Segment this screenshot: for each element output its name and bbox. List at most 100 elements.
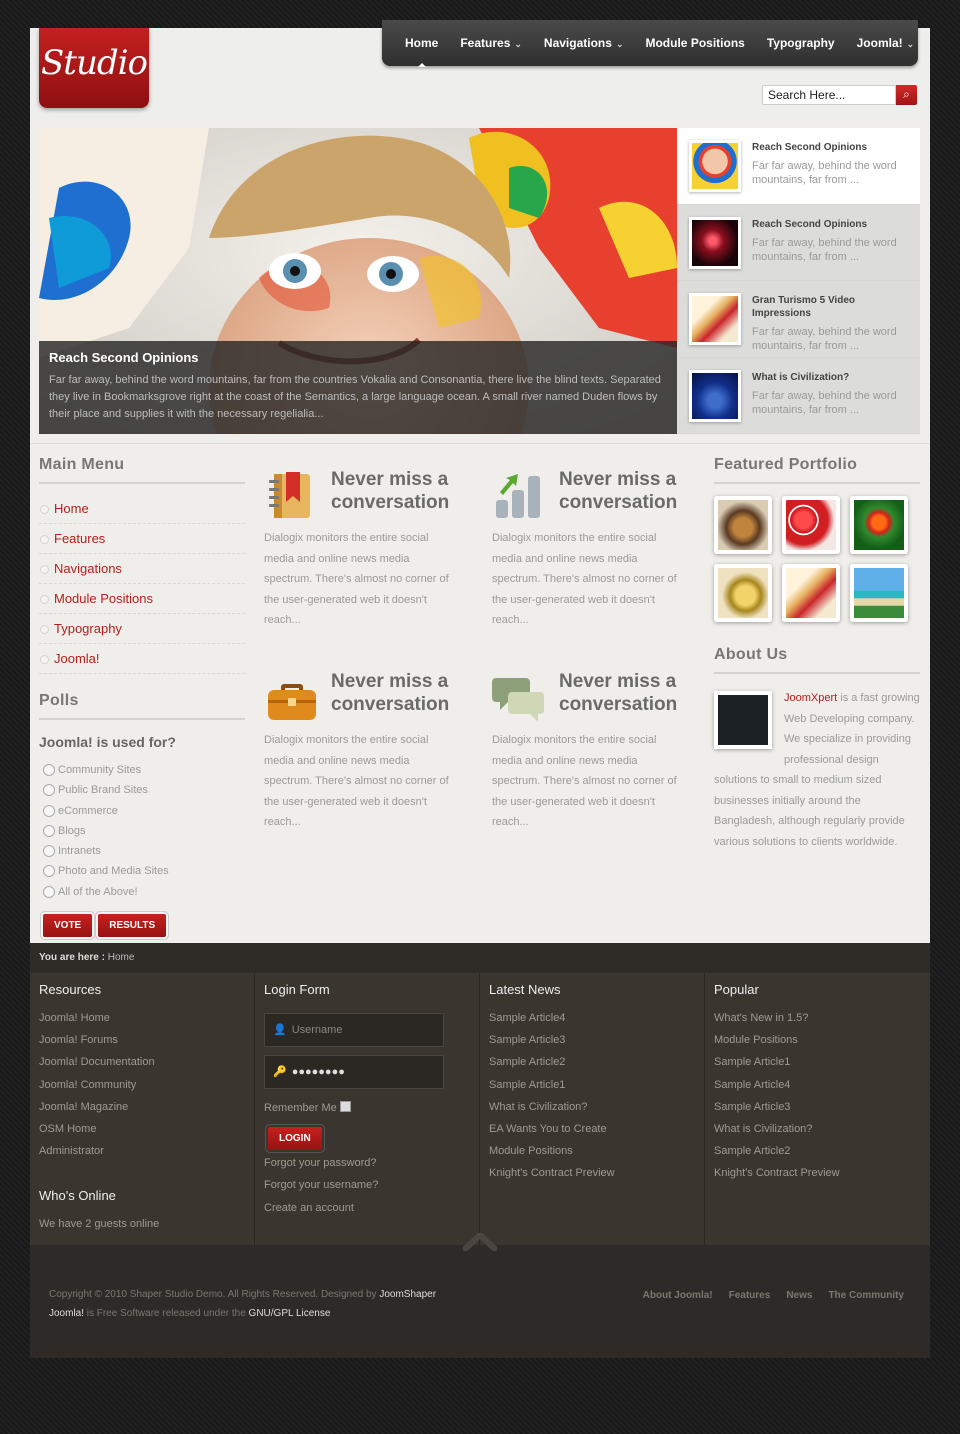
footer-link[interactable]: Sample Article1	[489, 1074, 695, 1096]
footer-menu: About Joomla! Features News The Communit…	[643, 1286, 904, 1305]
nav-typography[interactable]: Typography	[756, 36, 846, 50]
polls-title: Polls	[39, 692, 245, 720]
feature-title[interactable]: Never miss a conversation	[331, 468, 459, 514]
footer-menu-features[interactable]: Features	[729, 1286, 771, 1305]
portfolio-thumb[interactable]	[782, 564, 840, 622]
nav-joomla[interactable]: Joomla! ⌄	[846, 36, 926, 50]
feature-text: Dialogix monitors the entire social medi…	[492, 734, 677, 828]
feature-title[interactable]: Never miss a conversation	[331, 670, 459, 716]
chat-bubbles-icon	[492, 678, 544, 722]
studio-logo[interactable]: Studio	[39, 28, 149, 108]
menu-item-features[interactable]: Features	[39, 524, 245, 554]
feature-text: Dialogix monitors the entire social medi…	[492, 532, 677, 626]
portfolio-thumb[interactable]	[850, 496, 908, 554]
footer-link[interactable]: Module Positions	[489, 1140, 695, 1162]
footer-link[interactable]: Joomla! Forums	[39, 1029, 245, 1051]
footer-link[interactable]: Sample Article4	[714, 1074, 921, 1096]
footer-link[interactable]: Joomla! Magazine	[39, 1096, 245, 1118]
breadcrumb-current[interactable]: Home	[108, 952, 135, 963]
forgot-password-link[interactable]: Forgot your password?	[264, 1152, 470, 1174]
joomla-link[interactable]: Joomla!	[49, 1308, 84, 1319]
login-button[interactable]: LOGIN	[268, 1127, 322, 1151]
gpl-license-link[interactable]: GNU/GPL License	[249, 1308, 331, 1319]
poll-option[interactable]: Blogs	[39, 821, 245, 841]
about-brand-link[interactable]: JoomXpert	[784, 692, 837, 704]
footer-link[interactable]: Module Positions	[714, 1029, 921, 1051]
footer-link[interactable]: Sample Article1	[714, 1051, 921, 1073]
poll-option[interactable]: eCommerce	[39, 801, 245, 821]
slider-thumb-image	[689, 369, 741, 422]
hero-slider[interactable]: Reach Second Opinions Far far away, behi…	[39, 128, 677, 434]
slider-item[interactable]: Reach Second Opinions Far far away, behi…	[677, 128, 920, 205]
forgot-username-link[interactable]: Forgot your username?	[264, 1174, 470, 1196]
footer-link[interactable]: Joomla! Community	[39, 1074, 245, 1096]
slider-item[interactable]: What is Civilization? Far far away, behi…	[677, 357, 920, 434]
menu-item-home[interactable]: Home	[39, 494, 245, 524]
footer-link[interactable]: What is Civilization?	[489, 1096, 695, 1118]
footer-link[interactable]: Sample Article3	[714, 1096, 921, 1118]
main-navigation: Home Features ⌄ Navigations ⌄ Module Posit…	[382, 20, 918, 67]
footer-link[interactable]: Sample Article4	[489, 1007, 695, 1029]
feature-text: Dialogix monitors the entire social medi…	[264, 532, 449, 626]
footer-link[interactable]: What's New in 1.5?	[714, 1007, 921, 1029]
slider-item[interactable]: Gran Turismo 5 Video Impressions Far far…	[677, 281, 920, 358]
slider-thumb-image	[689, 140, 741, 192]
footer-link[interactable]: Joomla! Documentation	[39, 1051, 245, 1073]
whos-online-title: Who's Online	[39, 1188, 116, 1204]
nav-module-positions[interactable]: Module Positions	[634, 36, 755, 50]
footer-link[interactable]: Knight's Contract Preview	[714, 1162, 921, 1184]
footer-link[interactable]: What is Civilization?	[714, 1118, 921, 1140]
slider-caption: Reach Second Opinions Far far away, behi…	[39, 341, 677, 434]
poll-option[interactable]: Public Brand Sites	[39, 780, 245, 800]
slider-title[interactable]: Reach Second Opinions	[49, 350, 667, 365]
footer-latest-news: Latest News Sample Article4 Sample Artic…	[480, 973, 705, 1245]
search-button[interactable]: ⌕	[896, 85, 917, 105]
footer-menu-about[interactable]: About Joomla!	[643, 1286, 713, 1305]
remember-checkbox[interactable]	[339, 1101, 351, 1112]
nav-features[interactable]: Features ⌄	[449, 36, 533, 50]
footer: You are here : Home Resources Joomla! Ho…	[30, 943, 930, 1358]
vote-button[interactable]: VOTE	[43, 914, 93, 938]
divider	[30, 443, 930, 444]
footer-link[interactable]: Sample Article2	[489, 1051, 695, 1073]
create-account-link[interactable]: Create an account	[264, 1197, 470, 1219]
menu-item-typography[interactable]: Typography	[39, 614, 245, 644]
footer-link[interactable]: EA Wants You to Create	[489, 1118, 695, 1140]
feature-title[interactable]: Never miss a conversation	[559, 468, 687, 514]
chevron-down-icon: ⌄	[514, 39, 522, 49]
nav-navigations[interactable]: Navigations ⌄	[533, 36, 635, 50]
menu-item-module-positions[interactable]: Module Positions	[39, 584, 245, 614]
feature-block: Never miss a conversation Dialogix monit…	[264, 468, 459, 631]
password-field[interactable]: 🔑 ●●●●●●●●	[264, 1055, 444, 1089]
feature-title[interactable]: Never miss a conversation	[559, 670, 687, 716]
nav-home[interactable]: Home	[394, 36, 449, 67]
feature-block: Never miss a conversation Dialogix monit…	[492, 468, 687, 631]
footer-link[interactable]: Joomla! Home	[39, 1007, 245, 1029]
menu-item-navigations[interactable]: Navigations	[39, 554, 245, 584]
poll-option[interactable]: Photo and Media Sites	[39, 861, 245, 881]
portfolio-thumb[interactable]	[714, 564, 772, 622]
joomshaper-link[interactable]: JoomShaper	[379, 1289, 436, 1300]
footer-menu-community[interactable]: The Community	[828, 1286, 904, 1305]
search-input[interactable]: Search Here...	[762, 85, 896, 105]
right-column: Featured Portfolio About Us JoomXpert is…	[714, 456, 920, 852]
portfolio-thumb[interactable]	[782, 496, 840, 554]
footer-link[interactable]: Sample Article3	[489, 1029, 695, 1051]
footer-menu-news[interactable]: News	[786, 1286, 812, 1305]
poll-option[interactable]: Community Sites	[39, 760, 245, 780]
poll-option[interactable]: All of the Above!	[39, 882, 245, 902]
results-button[interactable]: RESULTS	[98, 914, 167, 938]
portfolio-thumb[interactable]	[714, 496, 772, 554]
footer-link[interactable]: Knight's Contract Preview	[489, 1162, 695, 1184]
footer-link[interactable]: OSM Home	[39, 1118, 245, 1140]
poll-option[interactable]: Intranets	[39, 841, 245, 861]
menu-item-joomla[interactable]: Joomla!	[39, 644, 245, 674]
key-icon: 🔑	[273, 1066, 287, 1078]
remember-me[interactable]: Remember Me	[264, 1097, 470, 1119]
footer-link[interactable]: Sample Article2	[714, 1140, 921, 1162]
back-to-top-icon[interactable]	[463, 1233, 497, 1251]
slider-item[interactable]: Reach Second Opinions Far far away, behi…	[677, 204, 920, 281]
username-field[interactable]: 👤 Username	[264, 1013, 444, 1047]
portfolio-thumb[interactable]	[850, 564, 908, 622]
footer-link[interactable]: Administrator	[39, 1140, 245, 1162]
